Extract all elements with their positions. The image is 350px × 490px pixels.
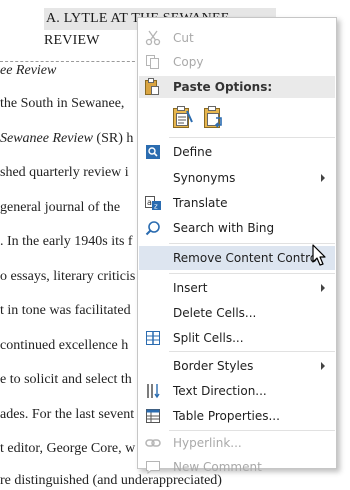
- menu-item-copy[interactable]: Copy: [139, 50, 335, 74]
- paste-merge-icon: [204, 106, 222, 128]
- menu-item-table-properties[interactable]: Table Properties...: [139, 404, 335, 428]
- menu-item-remove-content-control[interactable]: Remove Content Control: [139, 246, 335, 270]
- document-line: ades. For the last sevent: [0, 407, 135, 422]
- menu-item-label: New Comment: [173, 460, 262, 474]
- paste-options-label: Paste Options:: [173, 80, 273, 94]
- scissors-icon: [144, 29, 162, 47]
- menu-item-new-comment[interactable]: New Comment: [139, 455, 335, 479]
- menu-item-border-styles[interactable]: Border Styles: [139, 354, 335, 378]
- menu-item-label: Split Cells...: [173, 331, 244, 345]
- document-line: continued excellence h: [0, 338, 129, 353]
- menu-item-cut[interactable]: Cut: [139, 26, 335, 50]
- paste-keep-text-only-button[interactable]: [169, 104, 195, 130]
- menu-item-label: Translate: [173, 196, 228, 210]
- menu-item-split-cells[interactable]: Split Cells...: [139, 326, 335, 350]
- menu-item-label: Define: [173, 145, 213, 159]
- menu-item-hyperlink[interactable]: Hyperlink...: [139, 431, 335, 455]
- document-line: Sewanee Review (SR) h: [0, 131, 134, 146]
- paste-options-header: Paste Options:: [139, 76, 335, 98]
- menu-item-label: Search with Bing: [173, 221, 275, 235]
- paste-keep-text-icon: [173, 106, 193, 128]
- menu-item-delete-cells[interactable]: Delete Cells...: [139, 301, 335, 325]
- menu-separator: [169, 273, 335, 274]
- split-cells-icon: [144, 329, 162, 347]
- menu-item-translate[interactable]: a z Translate: [139, 191, 335, 215]
- paste-merge-formatting-button[interactable]: [200, 104, 226, 130]
- menu-item-label: Copy: [173, 55, 204, 69]
- context-menu[interactable]: Cut Copy Paste Options: Define Synonyms …: [137, 17, 337, 475]
- menu-item-label: Insert: [173, 281, 208, 295]
- document-line: o essays, literary criticis: [0, 269, 136, 284]
- document-line: general journal of the: [0, 200, 121, 215]
- menu-item-insert[interactable]: Insert: [139, 276, 335, 300]
- table-properties-icon: [144, 407, 162, 425]
- menu-item-define[interactable]: Define: [139, 140, 335, 164]
- menu-item-synonyms[interactable]: Synonyms: [139, 166, 335, 190]
- submenu-arrow-icon: [321, 362, 325, 370]
- document-line: the South in Sewanee,: [0, 96, 125, 111]
- search-icon: [144, 219, 162, 237]
- menu-item-label: Border Styles: [173, 359, 254, 373]
- hyperlink-icon: [144, 434, 162, 452]
- document-line: ee Review: [0, 63, 57, 78]
- copy-icon: [144, 53, 162, 71]
- document-line: t editor, George Core, w: [0, 441, 136, 456]
- clipboard-icon: [144, 78, 160, 99]
- document-line: shed quarterly review i: [0, 165, 129, 180]
- svg-text:a: a: [147, 198, 152, 207]
- svg-text:z: z: [154, 203, 158, 211]
- translate-icon: a z: [144, 194, 162, 212]
- menu-separator: [169, 243, 335, 244]
- document-line: t in tone was facilitated: [0, 303, 131, 318]
- menu-item-text-direction[interactable]: Text Direction...: [139, 379, 335, 403]
- submenu-arrow-icon: [321, 284, 325, 292]
- text-direction-icon: [144, 382, 162, 400]
- submenu-arrow-icon: [321, 174, 325, 182]
- comment-icon: [144, 458, 162, 476]
- menu-item-label: Hyperlink...: [173, 436, 242, 450]
- menu-item-label: Text Direction...: [173, 384, 267, 398]
- menu-item-label: Cut: [173, 31, 194, 45]
- menu-separator: [169, 137, 335, 138]
- menu-item-label: Synonyms: [173, 171, 236, 185]
- document-line: e to solicit and select th: [0, 372, 132, 387]
- menu-item-search-with-bing[interactable]: Search with Bing: [139, 216, 335, 240]
- document-line: . In the early 1940s its f: [0, 234, 133, 249]
- menu-separator: [169, 351, 335, 352]
- mouse-cursor-icon: [312, 244, 326, 266]
- menu-item-label: Table Properties...: [173, 409, 280, 423]
- define-icon: [144, 143, 162, 161]
- menu-item-label: Delete Cells...: [173, 306, 257, 320]
- menu-item-label: Remove Content Control: [173, 251, 321, 265]
